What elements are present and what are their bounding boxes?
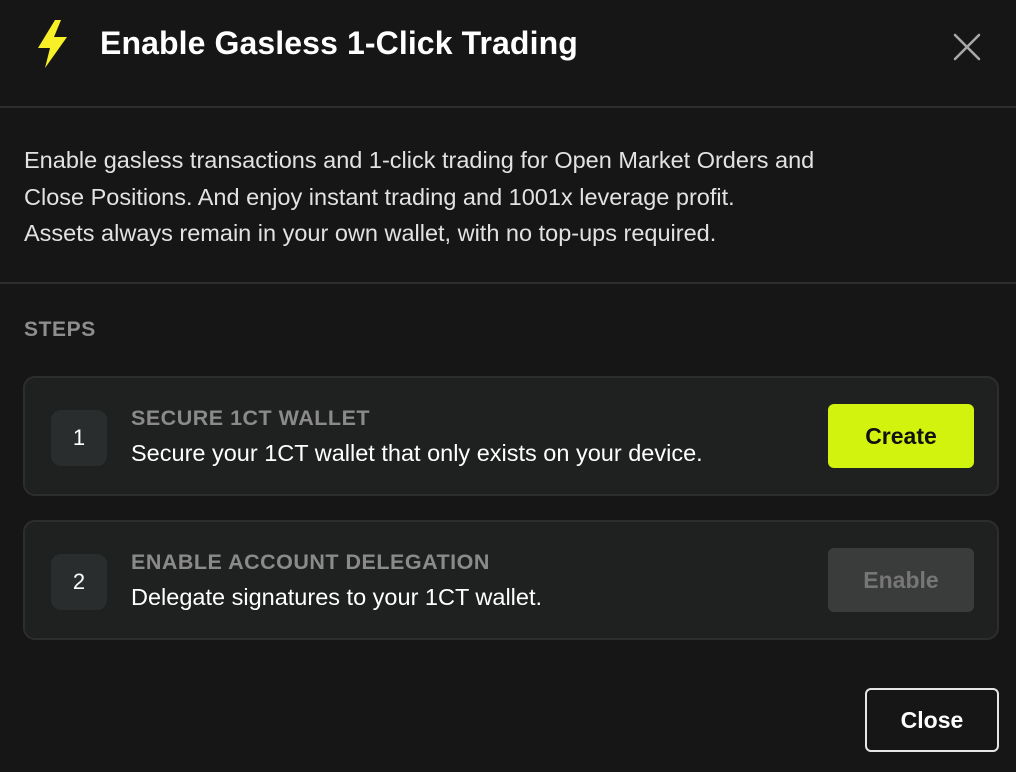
dialog-header: Enable Gasless 1-Click Trading: [0, 0, 1016, 108]
dialog-description: Enable gasless transactions and 1-click …: [0, 108, 1016, 284]
description-line-2: Close Positions. And enjoy instant tradi…: [24, 183, 735, 210]
close-button[interactable]: Close: [865, 688, 999, 752]
step-card-secure-wallet: 1 SECURE 1CT WALLET Secure your 1CT wall…: [23, 376, 999, 496]
step-description: Secure your 1CT wallet that only exists …: [131, 440, 703, 466]
steps-heading: STEPS: [24, 318, 96, 341]
step-number-badge: 2: [51, 554, 107, 610]
description-line-3: Assets always remain in your own wallet,…: [24, 220, 717, 246]
enable-button: Enable: [828, 548, 974, 612]
lightning-bolt-icon: [38, 20, 67, 68]
step-number-badge: 1: [51, 410, 107, 466]
step-title: SECURE 1CT WALLET: [131, 406, 371, 430]
step-title: ENABLE ACCOUNT DELEGATION: [131, 550, 490, 574]
create-button[interactable]: Create: [828, 404, 974, 468]
dialog-title: Enable Gasless 1-Click Trading: [100, 25, 578, 61]
step-description: Delegate signatures to your 1CT wallet.: [131, 584, 543, 610]
close-icon[interactable]: [948, 28, 986, 66]
step-card-account-delegation: 2 ENABLE ACCOUNT DELEGATION Delegate sig…: [23, 520, 999, 640]
enable-1ct-dialog: Enable Gasless 1-Click Trading Enable ga…: [0, 0, 1016, 772]
description-line-1: Enable gasless transactions and 1-click …: [24, 147, 815, 173]
